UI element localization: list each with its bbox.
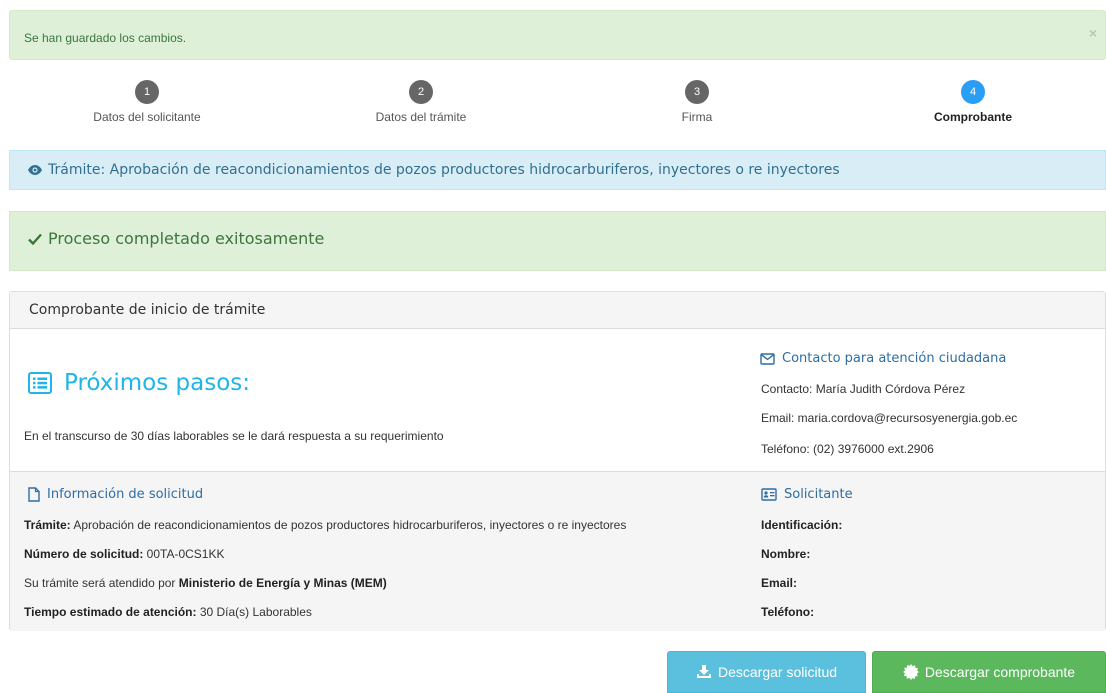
applicant-title-text: Solicitante bbox=[784, 487, 853, 502]
applicant-title: Solicitante bbox=[761, 487, 853, 502]
applicant-phone-label: Teléfono: bbox=[761, 605, 815, 619]
step-number: 4 bbox=[961, 80, 985, 104]
tramite-line: Trámite: Aprobación de reacondicionamien… bbox=[24, 518, 626, 532]
contact-person: Contacto: María Judith Córdova Pérez bbox=[761, 382, 966, 396]
applicant-phone-line: Teléfono: bbox=[761, 605, 814, 619]
attended-by-line: Su trámite será atendido por Ministerio … bbox=[24, 576, 387, 590]
contact-email: Email: maria.cordova@recursosyenergia.go… bbox=[761, 411, 1018, 425]
success-banner-text: Proceso completado exitosamente bbox=[48, 229, 325, 248]
step-number: 1 bbox=[135, 80, 159, 104]
applicant-id-label: Identificación: bbox=[761, 518, 843, 532]
request-number-value: 00TA-0CS1KK bbox=[143, 547, 225, 561]
download-request-button[interactable]: Descargar solicitud bbox=[667, 651, 866, 693]
request-number-line: Número de solicitud: 00TA-0CS1KK bbox=[24, 547, 225, 561]
eye-icon bbox=[28, 165, 42, 175]
step-label: Firma bbox=[681, 110, 713, 124]
download-receipt-button[interactable]: Descargar comprobante bbox=[872, 651, 1106, 693]
receipt-panel: Comprobante de inicio de trámite Próximo… bbox=[9, 291, 1106, 631]
applicant-id-line: Identificación: bbox=[761, 518, 842, 532]
applicant-email-line: Email: bbox=[761, 576, 797, 590]
applicant-name-line: Nombre: bbox=[761, 547, 810, 561]
saved-alert-message: Se han guardado los cambios. bbox=[24, 31, 187, 45]
applicant-name-label: Nombre: bbox=[761, 547, 811, 561]
estimated-time-value: 30 Día(s) Laborables bbox=[196, 605, 312, 619]
contact-title: Contacto para atención ciudadana bbox=[760, 351, 1006, 366]
file-icon bbox=[28, 487, 40, 502]
download-request-label: Descargar solicitud bbox=[717, 664, 838, 680]
wizard-step-3[interactable]: 3 Firma bbox=[597, 80, 797, 124]
step-label: Datos del solicitante bbox=[93, 110, 201, 124]
attended-by-text: Su trámite será atendido por bbox=[24, 576, 179, 590]
wizard-step-1[interactable]: 1 Datos del solicitante bbox=[47, 80, 247, 124]
wizard-step-2[interactable]: 2 Datos del trámite bbox=[321, 80, 521, 124]
request-info-title-text: Información de solicitud bbox=[47, 487, 204, 502]
tramite-banner: Trámite: Aprobación de reacondicionamien… bbox=[9, 150, 1106, 190]
success-banner: Proceso completado exitosamente bbox=[9, 211, 1106, 271]
tramite-banner-text: Trámite: Aprobación de reacondicionamien… bbox=[48, 162, 840, 178]
request-info-title: Información de solicitud bbox=[28, 487, 203, 502]
tramite-label: Trámite: bbox=[24, 518, 71, 532]
step-number: 3 bbox=[685, 80, 709, 104]
applicant-email-label: Email: bbox=[761, 576, 798, 590]
panel-title: Comprobante de inicio de trámite bbox=[29, 302, 266, 318]
estimated-time-line: Tiempo estimado de atención: 30 Día(s) L… bbox=[24, 605, 312, 619]
panel-heading: Comprobante de inicio de trámite bbox=[10, 292, 1105, 329]
download-receipt-label: Descargar comprobante bbox=[924, 664, 1076, 680]
contact-title-text: Contacto para atención ciudadana bbox=[782, 351, 1007, 366]
contact-phone: Teléfono: (02) 3976000 ext.2906 bbox=[761, 442, 934, 456]
envelope-icon bbox=[760, 352, 775, 365]
details-section: Información de solicitud Trámite: Aproba… bbox=[10, 471, 1105, 631]
step-number: 2 bbox=[409, 80, 433, 104]
tramite-value: Aprobación de reacondicionamientos de po… bbox=[70, 518, 627, 532]
id-card-icon bbox=[761, 488, 777, 501]
list-icon bbox=[28, 372, 52, 394]
next-steps-title: Próximos pasos: bbox=[28, 370, 250, 396]
wizard-step-4[interactable]: 4 Comprobante bbox=[873, 80, 1073, 124]
next-steps-description: En el transcurso de 30 días laborables s… bbox=[24, 429, 444, 443]
saved-alert: Se han guardado los cambios. × bbox=[9, 10, 1106, 60]
step-label: Comprobante bbox=[934, 110, 1012, 124]
next-steps-section: Próximos pasos: En el transcurso de 30 d… bbox=[10, 329, 1105, 471]
step-label: Datos del trámite bbox=[375, 110, 467, 124]
attended-by-value: Ministerio de Energía y Minas (MEM) bbox=[178, 576, 387, 590]
next-steps-title-text: Próximos pasos: bbox=[64, 370, 251, 396]
certificate-icon bbox=[902, 664, 919, 680]
estimated-time-label: Tiempo estimado de atención: bbox=[24, 605, 197, 619]
download-icon bbox=[696, 665, 711, 678]
close-icon[interactable]: × bbox=[1089, 25, 1097, 41]
check-icon bbox=[28, 233, 42, 245]
request-number-label: Número de solicitud: bbox=[24, 547, 144, 561]
